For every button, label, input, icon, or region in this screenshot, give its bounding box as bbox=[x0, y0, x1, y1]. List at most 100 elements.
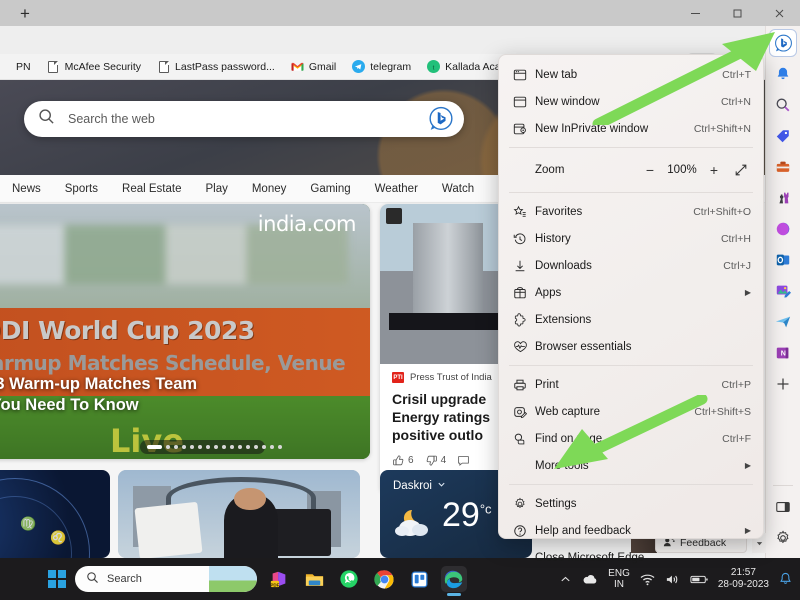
nav-item-money[interactable]: Money bbox=[240, 183, 299, 195]
carousel-dot[interactable] bbox=[270, 445, 274, 449]
menu-item-browser-essentials[interactable]: Browser essentials bbox=[499, 333, 763, 360]
menu-item-shortcut: Ctrl+J bbox=[723, 259, 751, 272]
show-hidden-icons-button[interactable] bbox=[559, 573, 572, 586]
minimize-button[interactable] bbox=[674, 0, 716, 26]
menu-item-print[interactable]: Print Ctrl+P bbox=[499, 371, 763, 398]
nav-item-weather[interactable]: Weather bbox=[363, 183, 430, 195]
battery-icon[interactable] bbox=[690, 574, 708, 585]
menu-item-more-tools[interactable]: More tools ▶ bbox=[499, 452, 763, 479]
horoscope-card[interactable]: ♎ ♍ ♌ bbox=[0, 470, 110, 558]
wifi-icon[interactable] bbox=[640, 573, 655, 586]
menu-item-settings[interactable]: Settings bbox=[499, 490, 763, 517]
carousel-dot[interactable] bbox=[198, 445, 202, 449]
add-icon[interactable] bbox=[769, 370, 797, 398]
nav-item-real-estate[interactable]: Real Estate bbox=[110, 183, 193, 195]
close-button[interactable] bbox=[758, 0, 800, 26]
chrome-icon[interactable] bbox=[371, 566, 397, 592]
zoom-value: 100% bbox=[667, 164, 697, 176]
carousel-dot[interactable] bbox=[238, 445, 242, 449]
send-icon[interactable] bbox=[769, 308, 797, 336]
search-input[interactable]: Search the web bbox=[24, 101, 464, 137]
menu-item-label: Find on page bbox=[535, 432, 603, 445]
carousel-dot[interactable] bbox=[262, 445, 266, 449]
tools-icon[interactable] bbox=[769, 153, 797, 181]
history-icon bbox=[513, 232, 535, 246]
search-icon[interactable] bbox=[769, 91, 797, 119]
maximize-button[interactable] bbox=[716, 0, 758, 26]
bing-chat-icon[interactable] bbox=[769, 29, 797, 57]
menu-item-help-and-feedback[interactable]: Help and feedback ▶ bbox=[499, 517, 763, 544]
taskbar-search-input[interactable]: Search bbox=[75, 566, 257, 592]
file-explorer-icon[interactable] bbox=[301, 566, 327, 592]
outlook-icon[interactable] bbox=[769, 246, 797, 274]
sidebar-toggle-icon[interactable] bbox=[769, 493, 797, 521]
menu-item-apps[interactable]: Apps ▶ bbox=[499, 279, 763, 306]
carousel-indicator[interactable] bbox=[140, 440, 282, 454]
carousel-dot[interactable] bbox=[182, 445, 186, 449]
nav-item-gaming[interactable]: Gaming bbox=[298, 183, 362, 195]
fullscreen-icon[interactable] bbox=[727, 157, 755, 183]
chevron-down-icon[interactable] bbox=[437, 480, 446, 492]
menu-item-new-tab[interactable]: New tab Ctrl+T bbox=[499, 61, 763, 88]
bing-chat-icon[interactable] bbox=[428, 106, 454, 132]
carousel-dot[interactable] bbox=[222, 445, 226, 449]
menu-item-close-microsoft-edge[interactable]: Close Microsoft Edge bbox=[499, 544, 763, 571]
carousel-dot[interactable] bbox=[190, 445, 194, 449]
dislike-button[interactable]: 4 bbox=[425, 454, 446, 467]
new-tab-button[interactable]: + bbox=[10, 1, 40, 25]
edge-icon[interactable] bbox=[441, 566, 467, 596]
windows-start-icon[interactable] bbox=[48, 570, 66, 588]
designer-icon[interactable] bbox=[769, 277, 797, 305]
menu-item-history[interactable]: History Ctrl+H bbox=[499, 225, 763, 252]
bookmark-item-telegram[interactable]: telegram bbox=[346, 58, 417, 75]
menu-item-new-inprivate-window[interactable]: New InPrivate window Ctrl+Shift+N bbox=[499, 115, 763, 142]
carousel-dot[interactable] bbox=[254, 445, 258, 449]
menu-item-web-capture[interactable]: Web capture Ctrl+Shift+S bbox=[499, 398, 763, 425]
shopping-tag-icon[interactable] bbox=[769, 122, 797, 150]
nav-item-watch[interactable]: Watch bbox=[430, 183, 486, 195]
bookmark-item[interactable]: PN bbox=[0, 58, 37, 75]
onedrive-icon[interactable] bbox=[582, 573, 598, 585]
nav-item-news[interactable]: News bbox=[0, 183, 53, 195]
nav-item-sports[interactable]: Sports bbox=[53, 183, 110, 195]
carousel-dot[interactable] bbox=[230, 445, 234, 449]
whatsapp-icon[interactable] bbox=[336, 566, 362, 592]
volume-icon[interactable] bbox=[665, 573, 680, 586]
onenote-icon[interactable]: N bbox=[769, 339, 797, 367]
trello-icon[interactable] bbox=[406, 566, 432, 592]
menu-item-downloads[interactable]: Downloads Ctrl+J bbox=[499, 252, 763, 279]
office-icon[interactable] bbox=[769, 215, 797, 243]
menu-item-favorites[interactable]: Favorites Ctrl+Shift+O bbox=[499, 198, 763, 225]
carousel-dot[interactable] bbox=[206, 445, 210, 449]
carousel-dot[interactable] bbox=[246, 445, 250, 449]
carousel-dot[interactable] bbox=[166, 445, 170, 449]
zoom-in-button[interactable]: + bbox=[701, 157, 727, 183]
comment-icon[interactable] bbox=[457, 454, 470, 467]
bookmark-item-lastpass[interactable]: LastPass password... bbox=[151, 58, 281, 75]
weather-city-label: Daskroi bbox=[393, 480, 432, 492]
bookmark-item-gmail[interactable]: Gmail bbox=[285, 58, 342, 75]
sidebar-settings-icon[interactable] bbox=[769, 524, 797, 552]
menu-item-find-on-page[interactable]: Find on page Ctrl+F bbox=[499, 425, 763, 452]
bookmark-item-mcafee[interactable]: McAfee Security bbox=[41, 58, 147, 75]
nav-item-play[interactable]: Play bbox=[193, 183, 239, 195]
carousel-dot[interactable] bbox=[214, 445, 218, 449]
hero-news-card[interactable]: india.com ODI World Cup 2023 Warmup Matc… bbox=[0, 204, 370, 459]
menu-item-new-window[interactable]: New window Ctrl+N bbox=[499, 88, 763, 115]
office-icon[interactable]: PDF bbox=[266, 566, 292, 592]
games-icon[interactable] bbox=[769, 184, 797, 212]
bell-icon[interactable] bbox=[779, 572, 792, 586]
tech-photo-card[interactable] bbox=[118, 470, 360, 558]
menu-divider bbox=[509, 192, 753, 193]
notifications-icon[interactable] bbox=[769, 60, 797, 88]
weather-city[interactable]: Daskroi bbox=[393, 480, 446, 492]
bookmark-label: LastPass password... bbox=[175, 60, 275, 73]
zoom-out-button[interactable]: − bbox=[637, 157, 663, 183]
carousel-dot[interactable] bbox=[278, 445, 282, 449]
carousel-dot-active[interactable] bbox=[147, 445, 162, 449]
like-button[interactable]: 6 bbox=[392, 454, 414, 467]
submenu-arrow-icon: ▶ bbox=[744, 526, 751, 535]
carousel-dot[interactable] bbox=[174, 445, 178, 449]
search-placeholder: Search the web bbox=[68, 112, 155, 126]
menu-item-extensions[interactable]: Extensions bbox=[499, 306, 763, 333]
